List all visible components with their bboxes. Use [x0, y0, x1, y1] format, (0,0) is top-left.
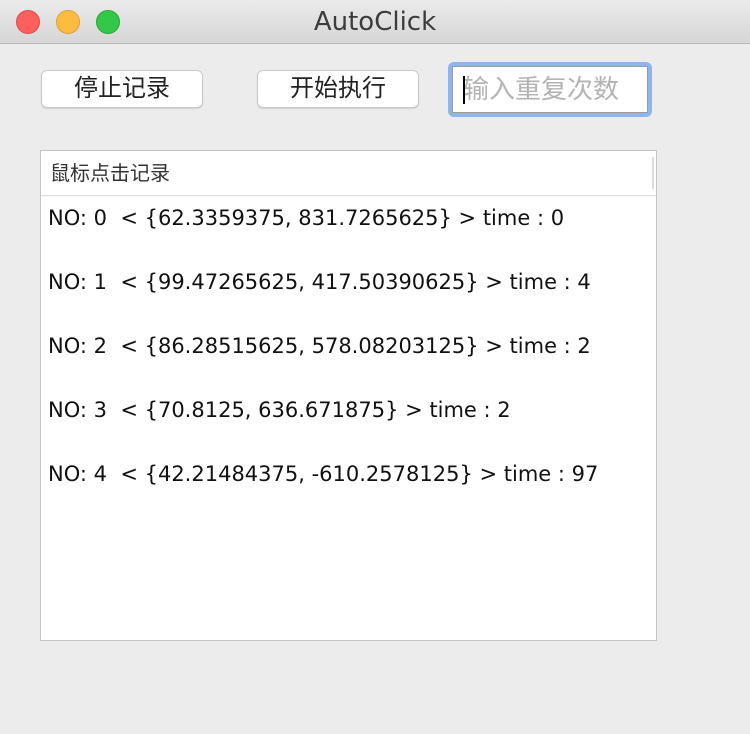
column-separator — [652, 157, 654, 189]
repeat-count-field[interactable] — [448, 62, 652, 117]
title-bar[interactable]: AutoClick — [0, 0, 750, 44]
table-header[interactable]: 鼠标点击记录 — [41, 151, 656, 196]
stop-record-button[interactable]: 停止记录 — [41, 70, 203, 108]
window-title: AutoClick — [313, 7, 437, 37]
text-caret — [463, 76, 465, 104]
table-cell: NO: 2 < {86.28515625, 578.08203125} > ti… — [48, 334, 591, 358]
table-cell: NO: 1 < {99.47265625, 417.50390625} > ti… — [48, 270, 591, 294]
table-row[interactable]: NO: 1 < {99.47265625, 417.50390625} > ti… — [41, 260, 656, 324]
table-cell: NO: 3 < {70.8125, 636.671875} > time : 2 — [48, 398, 511, 422]
start-execute-button[interactable]: 开始执行 — [257, 70, 419, 108]
click-record-table[interactable]: 鼠标点击记录 NO: 0 < {62.3359375, 831.7265625}… — [40, 150, 657, 641]
table-row[interactable]: NO: 2 < {86.28515625, 578.08203125} > ti… — [41, 324, 656, 388]
column-title-click-record: 鼠标点击记录 — [50, 161, 170, 185]
table-row[interactable]: NO: 0 < {62.3359375, 831.7265625} > time… — [41, 196, 656, 260]
autoclick-window: AutoClick 停止记录 开始执行 鼠标点击记录 NO: 0 < {62.3… — [0, 0, 750, 734]
table-row[interactable]: NO: 3 < {70.8125, 636.671875} > time : 2 — [41, 388, 656, 452]
table-row[interactable]: NO: 4 < {42.21484375, -610.2578125} > ti… — [41, 452, 656, 516]
repeat-count-input[interactable] — [452, 66, 648, 113]
table-cell: NO: 0 < {62.3359375, 831.7265625} > time… — [48, 206, 565, 230]
table-cell: NO: 4 < {42.21484375, -610.2578125} > ti… — [48, 462, 599, 486]
